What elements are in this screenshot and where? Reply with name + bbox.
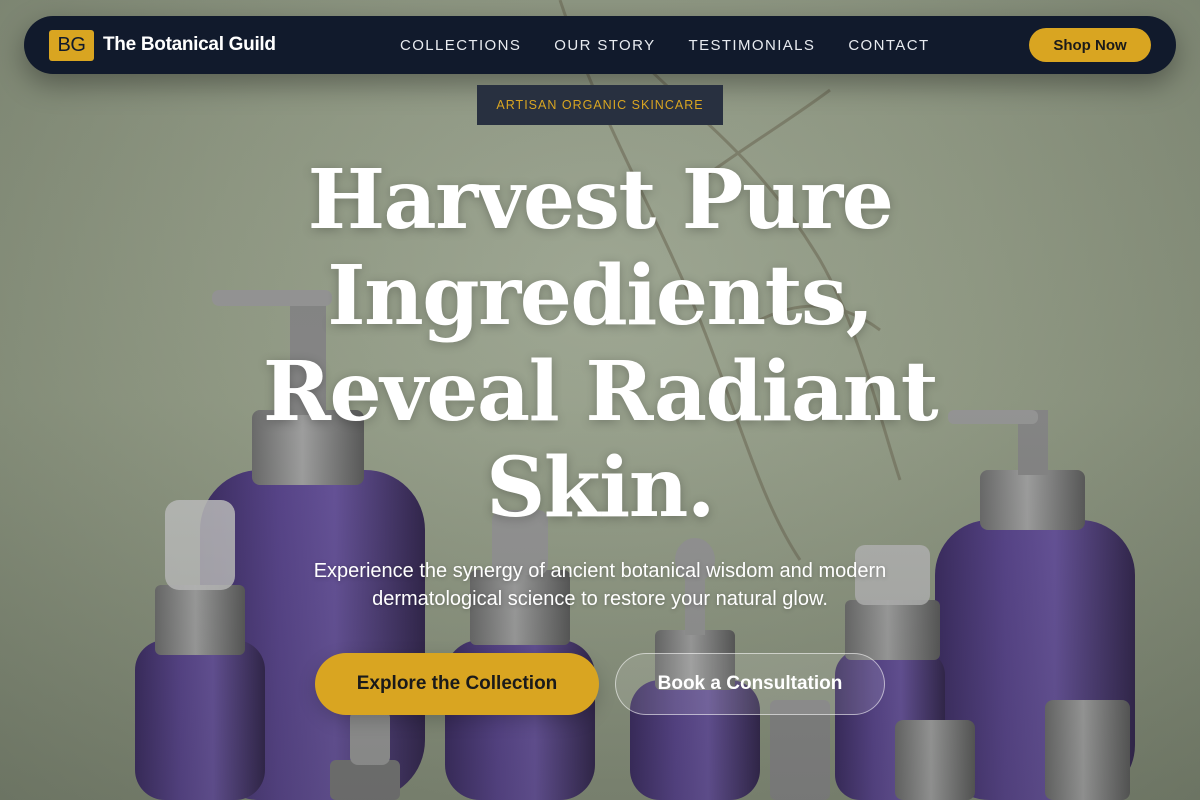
headline-line: Skin. (486, 440, 715, 536)
subtext-line: dermatological science to restore your n… (372, 588, 828, 610)
nav-links: COLLECTIONS OUR STORY TESTIMONIALS CONTA… (400, 16, 930, 74)
headline-line: Harvest Pure (307, 152, 894, 248)
nav-link-contact[interactable]: CONTACT (848, 37, 929, 54)
brand-monogram: BG (49, 29, 94, 61)
brand-logo[interactable]: BG The Botanical Guild (49, 29, 276, 61)
hero-subtext: Experience the synergy of ancient botani… (250, 557, 950, 613)
hero-badge: ARTISAN ORGANIC SKINCARE (477, 85, 723, 125)
book-consultation-button[interactable]: Book a Consultation (615, 653, 885, 715)
headline-line: Reveal Radiant (262, 344, 939, 440)
top-navbar: BG The Botanical Guild COLLECTIONS OUR S… (24, 16, 1176, 74)
nav-link-collections[interactable]: COLLECTIONS (400, 37, 521, 54)
hero-headline: Harvest Pure Ingredients, Reveal Radiant… (150, 152, 1050, 536)
brand-name: The Botanical Guild (103, 34, 276, 55)
nav-link-our-story[interactable]: OUR STORY (554, 37, 655, 54)
headline-line: Ingredients, (327, 248, 874, 344)
subtext-line: Experience the synergy of ancient botani… (313, 560, 887, 582)
shop-now-button[interactable]: Shop Now (1029, 28, 1151, 62)
nav-link-testimonials[interactable]: TESTIMONIALS (689, 37, 816, 54)
explore-collection-button[interactable]: Explore the Collection (315, 653, 599, 715)
